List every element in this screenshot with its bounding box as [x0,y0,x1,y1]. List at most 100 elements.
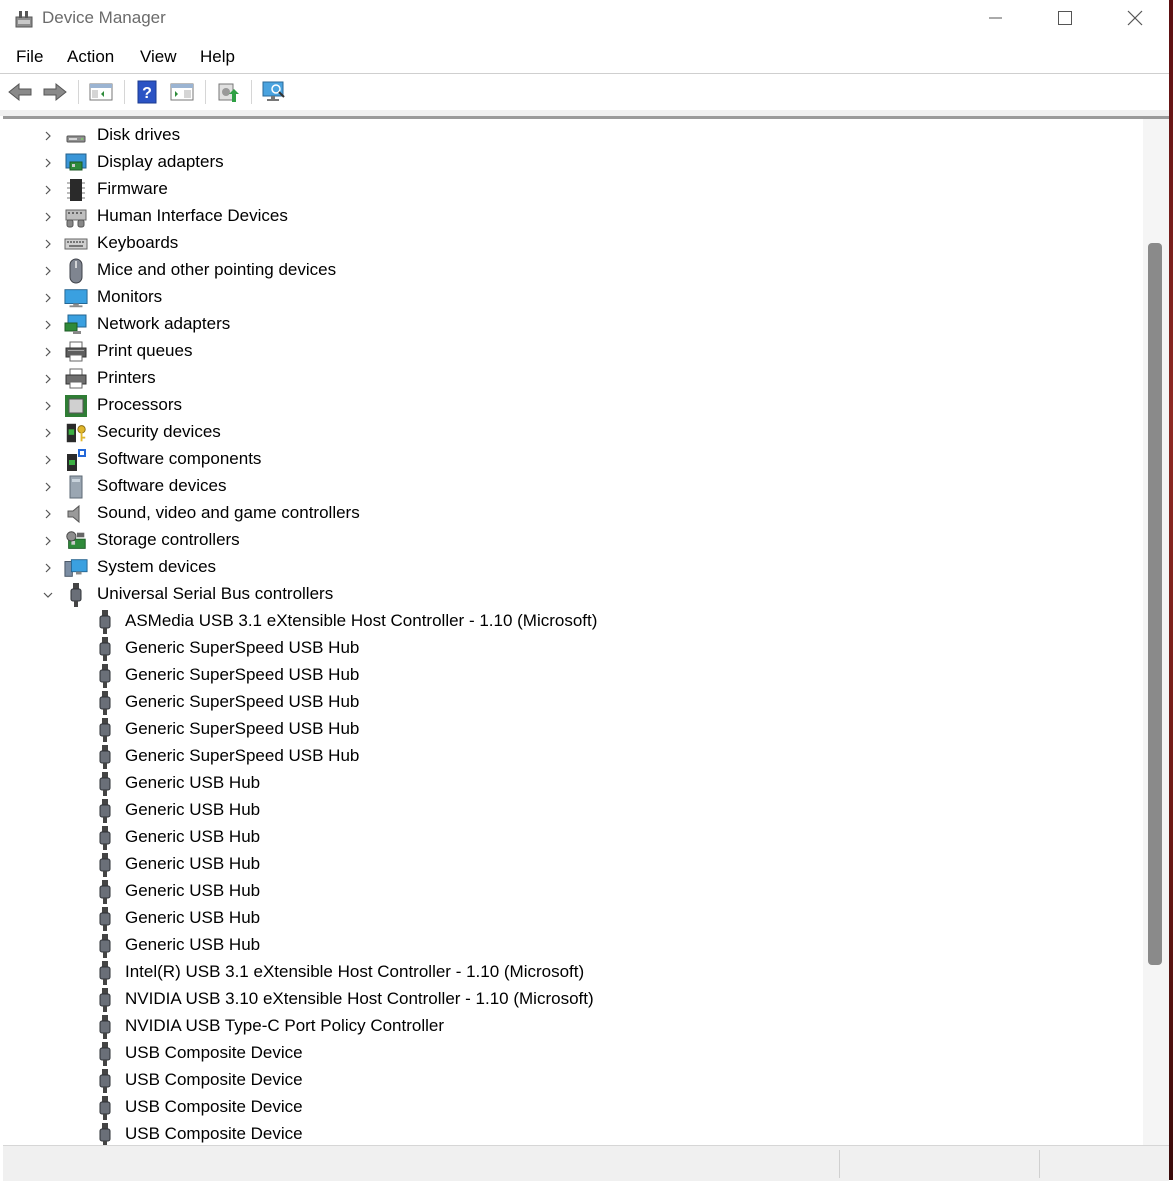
chevron-right-icon[interactable] [42,346,54,358]
tree-device-item[interactable]: Generic USB Hub [3,824,1143,851]
chevron-right-icon[interactable] [42,508,54,520]
usb-device-icon [93,1123,117,1145]
tree-category-disk-drives[interactable]: Disk drives [3,122,1143,149]
tree-device-item[interactable]: Generic USB Hub [3,851,1143,878]
tree-device-item[interactable]: NVIDIA USB 3.10 eXtensible Host Controll… [3,986,1143,1013]
status-bar [3,1145,1169,1181]
usb-device-icon [93,1069,117,1093]
close-button[interactable] [1100,0,1170,36]
tree-category-label: Software devices [97,476,227,495]
tree-device-item[interactable]: Generic USB Hub [3,905,1143,932]
tree-category-universal-serial-bus-controllers[interactable]: Universal Serial Bus controllers [3,581,1143,608]
update-driver-button[interactable] [213,78,243,106]
tree-device-item[interactable]: USB Composite Device [3,1040,1143,1067]
back-button[interactable] [5,78,35,106]
maximize-button[interactable] [1030,0,1100,36]
tree-device-item[interactable]: Intel(R) USB 3.1 eXtensible Host Control… [3,959,1143,986]
tree-category-label: Sound, video and game controllers [97,503,360,522]
usb-device-icon [93,799,117,823]
svg-text:?: ? [142,85,152,102]
mouse-icon [64,258,88,284]
tree-category-security-devices[interactable]: Security devices [3,419,1143,446]
tree-category-label: Human Interface Devices [97,206,288,225]
tree-category-label: Storage controllers [97,530,240,549]
tree-device-item[interactable]: USB Composite Device [3,1121,1143,1145]
tree-category-software-devices[interactable]: Software devices [3,473,1143,500]
tree-category-keyboards[interactable]: Keyboards [3,230,1143,257]
tree-category-firmware[interactable]: Firmware [3,176,1143,203]
tree-category-processors[interactable]: Processors [3,392,1143,419]
usb-device-icon [93,961,117,985]
properties-button[interactable] [167,78,197,106]
disk-drive-icon [64,124,88,148]
chevron-right-icon[interactable] [42,400,54,412]
tree-category-printers[interactable]: Printers [3,365,1143,392]
chevron-right-icon[interactable] [42,373,54,385]
tree-category-mice-and-other-pointing-devices[interactable]: Mice and other pointing devices [3,257,1143,284]
tree-category-print-queues[interactable]: Print queues [3,338,1143,365]
minimize-button[interactable] [960,0,1030,36]
chevron-right-icon[interactable] [42,481,54,493]
tree-device-item[interactable]: Generic SuperSpeed USB Hub [3,716,1143,743]
tree-device-item[interactable]: Generic USB Hub [3,932,1143,959]
chevron-right-icon[interactable] [42,130,54,142]
tree-device-item[interactable]: Generic SuperSpeed USB Hub [3,743,1143,770]
chevron-right-icon[interactable] [42,211,54,223]
forward-icon [43,82,67,102]
tree-device-item[interactable]: ASMedia USB 3.1 eXtensible Host Controll… [3,608,1143,635]
tree-category-sound-video-and-game-controllers[interactable]: Sound, video and game controllers [3,500,1143,527]
tree-category-label: Display adapters [97,152,224,171]
tree-category-label: Print queues [97,341,193,360]
tree-device-label: Generic USB Hub [125,935,261,954]
chevron-right-icon[interactable] [42,454,54,466]
menu-view[interactable]: View [140,47,177,67]
tree-device-item[interactable]: USB Composite Device [3,1094,1143,1121]
speaker-icon [64,502,88,526]
tree-category-label: Firmware [97,179,168,198]
title-bar[interactable]: Device Manager [0,0,1169,36]
usb-device-icon [93,772,117,796]
tree-category-software-components[interactable]: Software components [3,446,1143,473]
chevron-right-icon[interactable] [42,535,54,547]
menu-help[interactable]: Help [200,47,235,67]
close-icon [1127,10,1143,26]
device-manager-app-icon [13,7,35,29]
tree-device-item[interactable]: Generic USB Hub [3,797,1143,824]
menu-file[interactable]: File [16,47,43,67]
scan-hardware-button[interactable] [259,78,289,106]
chevron-right-icon[interactable] [42,157,54,169]
chevron-right-icon[interactable] [42,265,54,277]
tree-category-network-adapters[interactable]: Network adapters [3,311,1143,338]
toolbar-separator [124,80,125,104]
help-button[interactable]: ? [132,78,162,106]
chevron-right-icon[interactable] [42,427,54,439]
scrollbar-thumb[interactable] [1148,243,1162,965]
device-tree[interactable]: Disk drives Display adapters Firmware Human… [3,119,1143,1145]
tree-device-item[interactable]: Generic USB Hub [3,878,1143,905]
tree-category-monitors[interactable]: Monitors [3,284,1143,311]
tree-device-label: Generic SuperSpeed USB Hub [125,638,360,657]
tree-device-item[interactable]: Generic SuperSpeed USB Hub [3,689,1143,716]
tree-category-label: Keyboards [97,233,179,252]
tree-device-item[interactable]: Generic SuperSpeed USB Hub [3,662,1143,689]
chevron-right-icon[interactable] [42,319,54,331]
show-hide-console-tree-button[interactable] [86,78,116,106]
update-driver-icon [218,83,239,102]
tree-category-display-adapters[interactable]: Display adapters [3,149,1143,176]
tree-device-item[interactable]: Generic USB Hub [3,770,1143,797]
tree-device-label: Generic SuperSpeed USB Hub [125,665,360,684]
tree-device-item[interactable]: USB Composite Device [3,1067,1143,1094]
chevron-right-icon[interactable] [42,292,54,304]
tree-category-system-devices[interactable]: System devices [3,554,1143,581]
forward-button[interactable] [40,78,70,106]
chevron-right-icon[interactable] [42,562,54,574]
tree-category-storage-controllers[interactable]: Storage controllers [3,527,1143,554]
chevron-right-icon[interactable] [42,184,54,196]
chevron-right-icon[interactable] [42,238,54,250]
usb-device-icon [93,934,117,958]
chevron-down-icon[interactable] [42,589,54,601]
tree-device-item[interactable]: NVIDIA USB Type-C Port Policy Controller [3,1013,1143,1040]
menu-action[interactable]: Action [67,47,114,67]
tree-device-item[interactable]: Generic SuperSpeed USB Hub [3,635,1143,662]
tree-category-human-interface-devices[interactable]: Human Interface Devices [3,203,1143,230]
